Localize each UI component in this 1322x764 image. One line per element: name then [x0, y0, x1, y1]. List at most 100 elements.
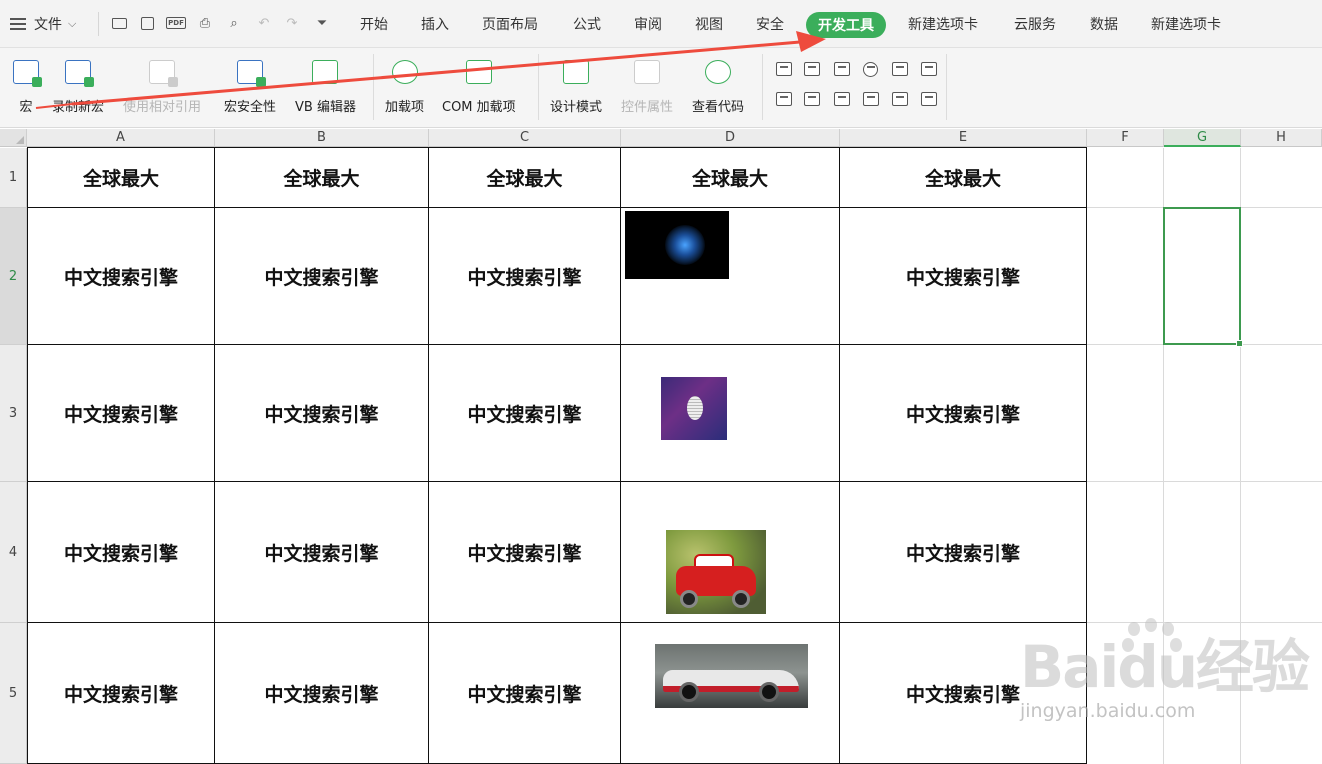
cell-e2[interactable]: 中文搜索引擎: [840, 208, 1086, 344]
column-header-a[interactable]: A: [27, 129, 215, 147]
cell-a3[interactable]: 中文搜索引擎: [28, 345, 214, 481]
frame-control-icon[interactable]: [863, 92, 879, 106]
cell-a5[interactable]: 中文搜索引擎: [28, 623, 214, 763]
select-all-corner[interactable]: [0, 129, 27, 147]
ribbon-divider: [762, 54, 763, 120]
tab-insert[interactable]: 插入: [421, 14, 449, 34]
tab-new-tab-1[interactable]: 新建选项卡: [908, 14, 978, 34]
cell-c4[interactable]: 中文搜索引擎: [429, 482, 620, 622]
cell-c5[interactable]: 中文搜索引擎: [429, 623, 620, 763]
cell-b2[interactable]: 中文搜索引擎: [215, 208, 428, 344]
table-border: [620, 147, 621, 764]
image-red-toy-car[interactable]: [666, 530, 766, 614]
tab-review[interactable]: 审阅: [634, 14, 662, 34]
relative-reference-button[interactable]: 使用相对引用: [123, 56, 201, 115]
tab-formulas[interactable]: 公式: [573, 14, 601, 34]
column-header-c[interactable]: C: [429, 129, 621, 147]
control-properties-button[interactable]: 控件属性: [621, 56, 673, 115]
selected-cell-g2[interactable]: [1163, 207, 1243, 347]
undo-icon[interactable]: ↶: [255, 14, 273, 32]
print-preview-icon[interactable]: ⌕: [225, 14, 243, 32]
cell-c2[interactable]: 中文搜索引擎: [429, 208, 620, 344]
radio-control-icon[interactable]: [863, 62, 878, 77]
tab-page-layout[interactable]: 页面布局: [482, 14, 538, 34]
tab-new-tab-2[interactable]: 新建选项卡: [1151, 14, 1221, 34]
vb-editor-icon: [312, 60, 339, 84]
glow-shape: [665, 225, 705, 265]
row-header-2[interactable]: 2: [0, 208, 27, 345]
cell-c3[interactable]: 中文搜索引擎: [429, 345, 620, 481]
column-header-h[interactable]: H: [1241, 129, 1322, 147]
relative-reference-icon: [149, 60, 178, 87]
record-macro-button[interactable]: 录制新宏: [52, 56, 104, 115]
cell-a4[interactable]: 中文搜索引擎: [28, 482, 214, 622]
print-icon[interactable]: ⎙: [196, 14, 214, 32]
cell-b4[interactable]: 中文搜索引擎: [215, 482, 428, 622]
image-race-car[interactable]: [655, 644, 808, 708]
column-header-b[interactable]: B: [215, 129, 429, 147]
row-header-4[interactable]: 4: [0, 482, 27, 623]
cell-b5[interactable]: 中文搜索引擎: [215, 623, 428, 763]
tab-home[interactable]: 开始: [360, 14, 388, 34]
cell-e5[interactable]: 中文搜索引擎: [840, 623, 1086, 763]
com-add-ins-button[interactable]: COM 加载项: [442, 56, 516, 115]
customize-toolbar-icon[interactable]: ⏷: [313, 14, 331, 32]
image-control-icon[interactable]: [892, 92, 908, 106]
column-header-g[interactable]: G: [1164, 129, 1241, 147]
macro-security-label: 宏安全性: [224, 100, 277, 115]
cell-d1[interactable]: 全球最大: [621, 148, 839, 207]
add-ins-label: 加载项: [385, 100, 425, 115]
cell-e1[interactable]: 全球最大: [840, 148, 1086, 207]
tab-cloud-services[interactable]: 云服务: [1014, 14, 1056, 34]
redo-icon[interactable]: ↷: [283, 14, 301, 32]
macro-button[interactable]: 宏: [13, 56, 42, 115]
macro-icon: [13, 60, 42, 87]
ribbon-divider: [946, 54, 947, 120]
combobox-control-icon[interactable]: [804, 92, 820, 106]
cell-b3[interactable]: 中文搜索引擎: [215, 345, 428, 481]
row-header-5[interactable]: 5: [0, 623, 27, 764]
checkbox-control-icon[interactable]: [776, 62, 792, 76]
column-header-f[interactable]: F: [1087, 129, 1164, 147]
add-ins-button[interactable]: 加载项: [385, 56, 424, 115]
export-pdf-icon[interactable]: PDF: [166, 14, 186, 32]
column-header-e[interactable]: E: [840, 129, 1087, 147]
design-mode-button[interactable]: 设计模式: [550, 56, 602, 115]
ribbon-divider: [538, 54, 539, 120]
file-menu-button[interactable]: 文件 ⌵: [10, 12, 76, 36]
tab-developer-tools[interactable]: 开发工具: [806, 12, 886, 38]
vb-editor-button[interactable]: VB 编辑器: [295, 56, 356, 115]
wheel-shape: [759, 682, 779, 702]
com-add-ins-icon: [465, 60, 492, 84]
wheel-shape: [732, 590, 750, 608]
tab-data[interactable]: 数据: [1090, 14, 1118, 34]
toggle-control-icon[interactable]: [921, 92, 937, 106]
cell-a1[interactable]: 全球最大: [28, 148, 214, 207]
tab-security[interactable]: 安全: [756, 14, 784, 34]
label-control-icon[interactable]: [804, 62, 820, 76]
cell-e3[interactable]: 中文搜索引擎: [840, 345, 1086, 481]
image-blue-particle-sphere[interactable]: [625, 211, 729, 279]
tab-view[interactable]: 视图: [695, 14, 723, 34]
control-properties-icon: [634, 60, 660, 84]
design-mode-icon: [563, 60, 589, 84]
textbox-control-icon[interactable]: [834, 62, 850, 76]
image-purple-moon[interactable]: [661, 377, 727, 440]
listbox-control-icon[interactable]: [921, 62, 937, 76]
view-code-button[interactable]: 查看代码: [692, 56, 744, 115]
scrollbar-control-icon[interactable]: [776, 92, 792, 106]
cell-a2[interactable]: 中文搜索引擎: [28, 208, 214, 344]
row-header-3[interactable]: 3: [0, 345, 27, 482]
save-icon[interactable]: [138, 14, 156, 32]
macro-security-button[interactable]: 宏安全性: [224, 56, 276, 115]
record-macro-label: 录制新宏: [52, 100, 105, 115]
cell-c1[interactable]: 全球最大: [429, 148, 620, 207]
spin-control-icon[interactable]: [892, 62, 908, 76]
open-folder-icon[interactable]: [110, 14, 128, 32]
gridline: [1087, 622, 1322, 623]
cell-b1[interactable]: 全球最大: [215, 148, 428, 207]
dropdown-control-icon[interactable]: [834, 92, 850, 106]
column-header-d[interactable]: D: [621, 129, 840, 147]
row-header-1[interactable]: 1: [0, 148, 27, 208]
cell-e4[interactable]: 中文搜索引擎: [840, 482, 1086, 622]
